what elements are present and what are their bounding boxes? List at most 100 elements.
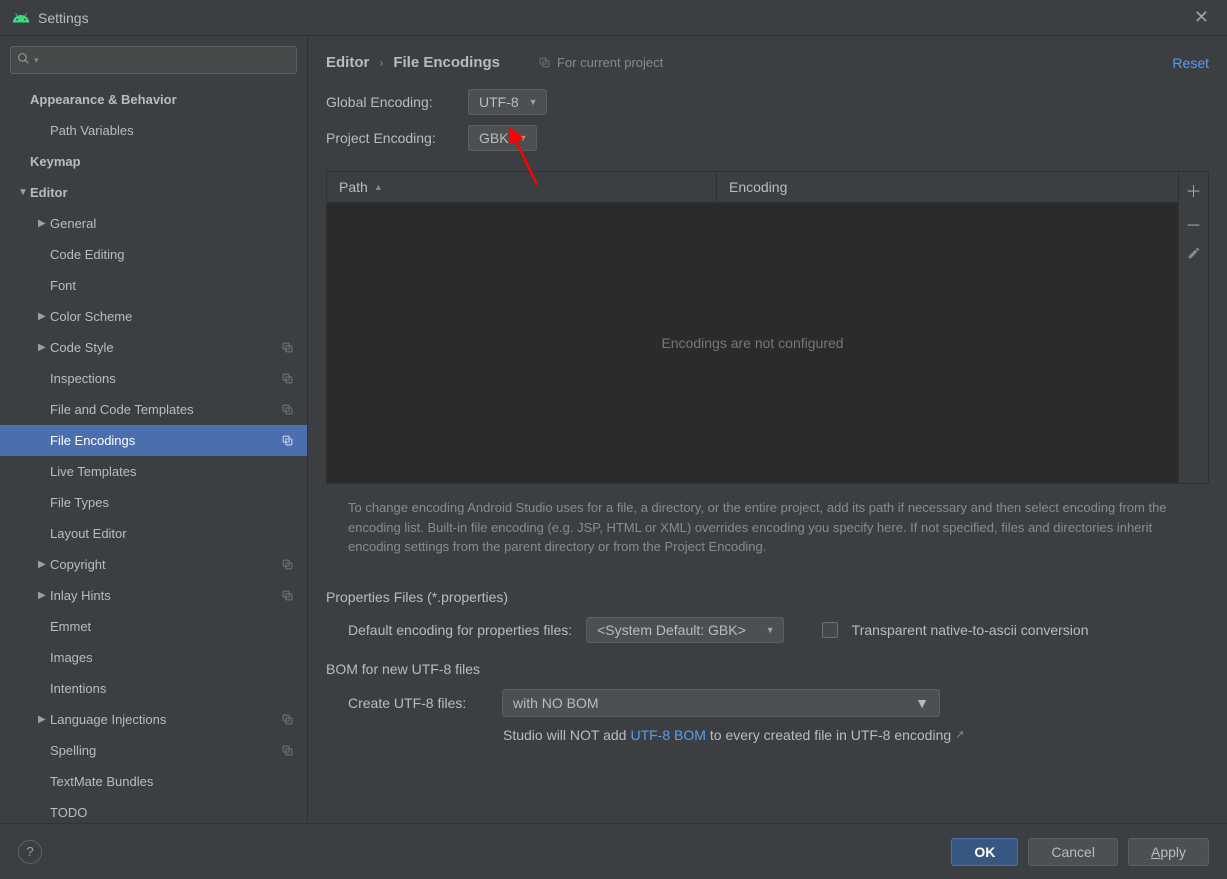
sidebar-item-images[interactable]: Images [0,642,307,673]
settings-tree: Appearance & BehaviorPath Variables Keyma… [0,84,307,823]
apply-button[interactable]: Apply [1128,838,1209,866]
project-scope-icon [281,558,295,572]
sidebar-item-font[interactable]: Font [0,270,307,301]
sidebar-item-emmet[interactable]: Emmet [0,611,307,642]
arrow-icon[interactable] [38,218,50,229]
project-encoding-dropdown[interactable]: GBK ▼ [468,125,537,151]
sidebar-item-label: File and Code Templates [50,402,281,417]
project-scope-icon [281,341,295,355]
sidebar-item-spelling[interactable]: Spelling [0,735,307,766]
global-encoding-value: UTF-8 [479,94,519,110]
sidebar-item-label: Color Scheme [50,309,307,324]
titlebar: Settings ✕ [0,0,1227,36]
sidebar-item-keymap[interactable]: Keymap [0,146,307,177]
breadcrumb: Editor › File Encodings For current proj… [326,54,1209,71]
sidebar-item-label: Images [50,650,307,665]
create-utf8-label: Create UTF-8 files: [348,695,488,711]
sidebar-item-label: Keymap [30,154,307,169]
sidebar-item-copyright[interactable]: Copyright [0,549,307,580]
chevron-down-icon: ▼ [519,133,528,143]
sidebar: ▾ Appearance & BehaviorPath Variables Key… [0,36,308,823]
create-utf8-dropdown[interactable]: with NO BOM ▼ [502,689,940,717]
close-icon[interactable]: ✕ [1188,7,1215,28]
project-scope-icon [281,403,295,417]
apply-rest: pply [1160,844,1186,860]
cancel-button[interactable]: Cancel [1028,838,1118,866]
table-header-encoding[interactable]: Encoding [717,172,1178,202]
sidebar-item-file-and-code-templates[interactable]: File and Code Templates [0,394,307,425]
remove-icon[interactable]: － [1185,212,1201,236]
arrow-icon[interactable] [38,714,50,725]
sidebar-item-label: Copyright [50,557,281,572]
properties-default-value: <System Default: GBK> [597,622,746,638]
sidebar-item-path-variables[interactable]: Path Variables [0,115,307,146]
breadcrumb-sep-icon: › [379,56,383,70]
encoding-table: Path ▲ Encoding Encodings are not config… [326,171,1209,484]
project-scope-icon [281,372,295,386]
sidebar-item-label: Emmet [50,619,307,634]
sidebar-item-appearance-behavior[interactable]: Appearance & Behavior [0,84,307,115]
window-title: Settings [38,10,1188,26]
table-empty-message: Encodings are not configured [327,203,1178,483]
main-panel: Editor › File Encodings For current proj… [308,36,1227,823]
sidebar-item-inspections[interactable]: Inspections [0,363,307,394]
sidebar-item-label: Code Editing [50,247,307,262]
add-icon[interactable]: ＋ [1185,178,1201,202]
breadcrumb-editor[interactable]: Editor [326,54,369,71]
sidebar-item-file-types[interactable]: File Types [0,487,307,518]
ok-button[interactable]: OK [951,838,1018,866]
edit-icon[interactable] [1187,246,1201,265]
project-encoding-value: GBK [479,130,509,146]
sidebar-item-code-editing[interactable]: Code Editing [0,239,307,270]
scope-label: For current project [538,55,663,70]
search-icon [17,52,30,68]
copy-icon [538,56,551,69]
sidebar-item-label: Live Templates [50,464,307,479]
sidebar-item-label: TODO [50,805,307,820]
sidebar-item-todo[interactable]: TODO [0,797,307,823]
project-scope-icon [281,589,295,603]
footer: ? OK Cancel Apply [0,823,1227,879]
sidebar-item-live-templates[interactable]: Live Templates [0,456,307,487]
sidebar-item-editor[interactable]: Editor [0,177,307,208]
arrow-icon[interactable] [38,559,50,570]
sidebar-item-intentions[interactable]: Intentions [0,673,307,704]
global-encoding-label: Global Encoding: [326,94,452,110]
transparent-checkbox[interactable] [822,622,838,638]
transparent-label: Transparent native-to-ascii conversion [852,622,1089,638]
arrow-icon[interactable] [38,342,50,353]
sidebar-item-color-scheme[interactable]: Color Scheme [0,301,307,332]
arrow-icon[interactable] [38,590,50,601]
sidebar-item-label: General [50,216,307,231]
sidebar-item-code-style[interactable]: Code Style [0,332,307,363]
bom-note-pre: Studio will NOT add [503,727,626,743]
table-header-path[interactable]: Path ▲ [327,172,717,202]
sort-asc-icon: ▲ [374,182,383,192]
sidebar-item-file-encodings[interactable]: File Encodings [0,425,307,456]
properties-section-title: Properties Files (*.properties) [326,589,1209,605]
sidebar-item-label: Editor [30,185,307,200]
sidebar-item-language-injections[interactable]: Language Injections [0,704,307,735]
search-input[interactable]: ▾ [10,46,297,74]
utf8-bom-link[interactable]: UTF-8 BOM [630,727,705,743]
sidebar-item-general[interactable]: General [0,208,307,239]
help-button[interactable]: ? [18,840,42,864]
create-utf8-value: with NO BOM [513,695,599,711]
sidebar-item-inlay-hints[interactable]: Inlay Hints [0,580,307,611]
sidebar-item-label: TextMate Bundles [50,774,307,789]
sidebar-item-label: Intentions [50,681,307,696]
chevron-down-icon: ▼ [766,625,775,635]
sidebar-item-label: Inspections [50,371,281,386]
sidebar-item-label: Code Style [50,340,281,355]
project-scope-icon [281,744,295,758]
breadcrumb-file-encodings: File Encodings [393,54,500,71]
reset-link[interactable]: Reset [1172,55,1209,71]
search-history-icon[interactable]: ▾ [34,55,39,66]
sidebar-item-layout-editor[interactable]: Layout Editor [0,518,307,549]
sidebar-item-label: Language Injections [50,712,281,727]
arrow-icon[interactable] [18,187,30,198]
global-encoding-dropdown[interactable]: UTF-8 ▼ [468,89,547,115]
sidebar-item-textmate-bundles[interactable]: TextMate Bundles [0,766,307,797]
properties-default-dropdown[interactable]: <System Default: GBK> ▼ [586,617,784,643]
arrow-icon[interactable] [38,311,50,322]
